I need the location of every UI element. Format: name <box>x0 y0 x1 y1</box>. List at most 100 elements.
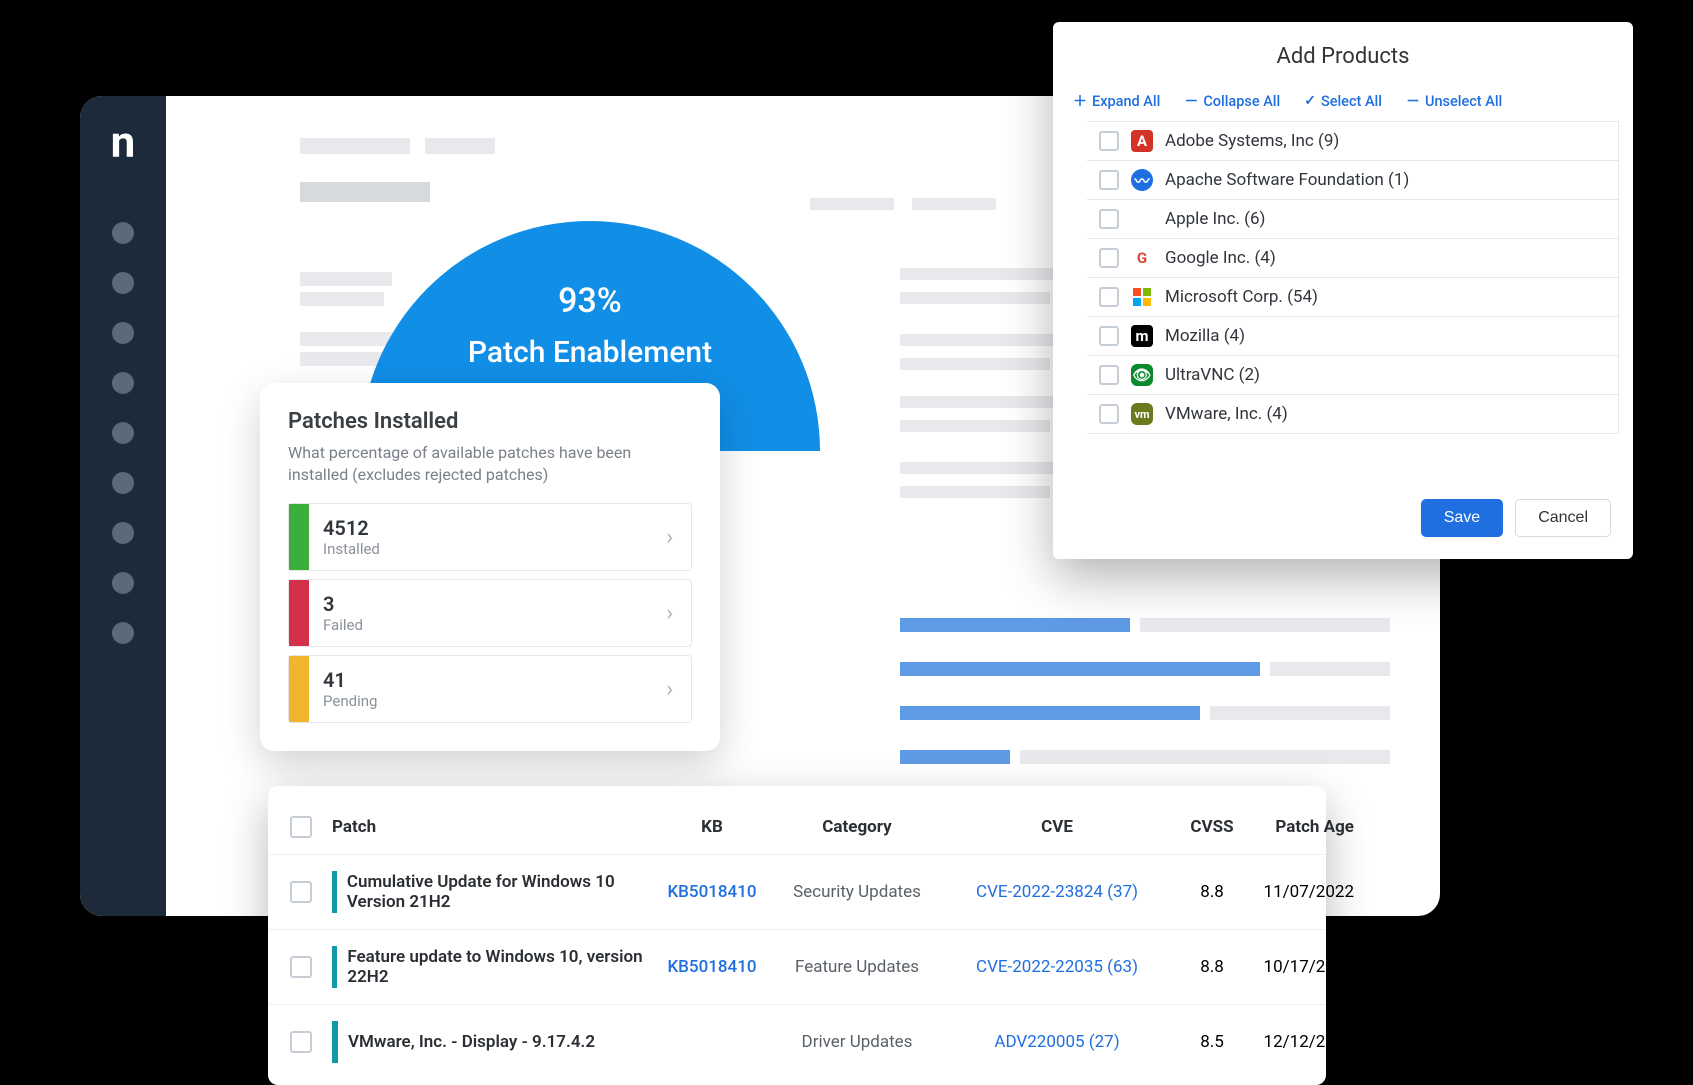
gauge-percent: 93% <box>360 281 820 321</box>
modal-title: Add Products <box>1053 22 1633 85</box>
cvss: 8.8 <box>1200 957 1224 977</box>
vendor-checkbox[interactable] <box>1099 131 1119 151</box>
vendor-name: Google Inc. (4) <box>1165 248 1276 268</box>
vendor-name: Apache Software Foundation (1) <box>1165 170 1409 190</box>
plus-icon: ＋ <box>1073 91 1087 111</box>
cve-link[interactable]: CVE-2022-23824 (37) <box>976 882 1138 902</box>
cvss: 8.5 <box>1200 1032 1224 1052</box>
patch-age: 11/07/2022 <box>1264 882 1372 902</box>
vmware-icon: vm <box>1131 403 1153 425</box>
nav-item[interactable] <box>112 572 134 594</box>
stat-row-pending[interactable]: 41 Pending › <box>288 655 692 723</box>
select-all-checkbox[interactable] <box>290 816 312 838</box>
expand-all-button[interactable]: ＋Expand All <box>1073 91 1160 111</box>
table-row[interactable]: Feature update to Windows 10, version 22… <box>268 929 1326 1004</box>
modal-toolbar: ＋Expand All －Collapse All ✓Select All －U… <box>1053 85 1633 121</box>
vendor-checkbox[interactable] <box>1099 209 1119 229</box>
patch-age: 10/17/2022 <box>1264 957 1372 977</box>
app-logo: n <box>111 116 136 168</box>
stat-value: 4512 <box>323 516 652 540</box>
nav-item[interactable] <box>112 422 134 444</box>
vendor-row[interactable]: G Google Inc. (4) <box>1087 239 1619 278</box>
card-title: Patches Installed <box>288 409 692 434</box>
patch-title: Cumulative Update for Windows 10 Version… <box>347 872 652 912</box>
table-header: Patch KB Category CVE CVSS Patch Age <box>268 800 1326 854</box>
cve-link[interactable]: CVE-2022-22035 (63) <box>976 957 1138 977</box>
stat-label: Failed <box>323 616 652 634</box>
stat-value: 3 <box>323 592 652 616</box>
unselect-all-button[interactable]: －Unselect All <box>1406 91 1502 111</box>
nav-item[interactable] <box>112 222 134 244</box>
nav-item[interactable] <box>112 472 134 494</box>
row-checkbox[interactable] <box>290 956 312 978</box>
vendor-name: Apple Inc. (6) <box>1165 209 1265 229</box>
vendor-checkbox[interactable] <box>1099 404 1119 424</box>
vendor-name: UltraVNC (2) <box>1165 365 1260 385</box>
row-checkbox[interactable] <box>290 1031 312 1053</box>
nav-item[interactable] <box>112 522 134 544</box>
vendor-row[interactable]: 👁 UltraVNC (2) <box>1087 356 1619 395</box>
vendor-row[interactable]: Apple Inc. (6) <box>1087 200 1619 239</box>
vendor-checkbox[interactable] <box>1099 170 1119 190</box>
vendor-row[interactable]: A Adobe Systems, Inc (9) <box>1087 121 1619 161</box>
stat-row-failed[interactable]: 3 Failed › <box>288 579 692 647</box>
col-cve: CVE <box>1041 817 1073 837</box>
vendor-checkbox[interactable] <box>1099 365 1119 385</box>
nav-item[interactable] <box>112 272 134 294</box>
vendor-row[interactable]: Microsoft Corp. (54) <box>1087 278 1619 317</box>
nav-item[interactable] <box>112 622 134 644</box>
google-icon: G <box>1131 247 1153 269</box>
sidebar: n <box>80 96 166 916</box>
col-category: Category <box>822 817 891 837</box>
vendor-name: VMware, Inc. (4) <box>1165 404 1288 424</box>
cve-link[interactable]: ADV220005 (27) <box>994 1032 1119 1052</box>
category: Security Updates <box>793 882 921 902</box>
patch-table: Patch KB Category CVE CVSS Patch Age Cum… <box>268 786 1326 1085</box>
col-patch: Patch <box>332 817 652 837</box>
patch-age: 12/12/2022 <box>1264 1032 1372 1052</box>
minus-icon: － <box>1406 91 1420 111</box>
vendor-row[interactable]: 〰 Apache Software Foundation (1) <box>1087 161 1619 200</box>
vendor-name: Microsoft Corp. (54) <box>1165 287 1318 307</box>
row-checkbox[interactable] <box>290 881 312 903</box>
gauge-label: Patch Enablement <box>360 335 820 370</box>
stat-row-installed[interactable]: 4512 Installed › <box>288 503 692 571</box>
microsoft-icon <box>1131 286 1153 308</box>
vendor-name: Adobe Systems, Inc (9) <box>1165 131 1339 151</box>
apple-icon <box>1131 208 1153 230</box>
chevron-right-icon: › <box>666 677 673 702</box>
vendor-checkbox[interactable] <box>1099 287 1119 307</box>
stat-label: Installed <box>323 540 652 558</box>
col-age: Patch Age <box>1275 817 1372 837</box>
minus-icon: － <box>1184 91 1198 111</box>
cvss: 8.8 <box>1200 882 1224 902</box>
cancel-button[interactable]: Cancel <box>1515 499 1611 537</box>
check-icon: ✓ <box>1304 93 1316 109</box>
kb-link[interactable]: KB5018410 <box>667 957 756 977</box>
patches-installed-card: Patches Installed What percentage of ava… <box>260 383 720 751</box>
category: Feature Updates <box>795 957 919 977</box>
vendor-tree[interactable]: A Adobe Systems, Inc (9) 〰 Apache Softwa… <box>1053 121 1633 481</box>
vendor-checkbox[interactable] <box>1099 248 1119 268</box>
adobe-icon: A <box>1131 130 1153 152</box>
col-cvss: CVSS <box>1190 817 1233 837</box>
collapse-all-button[interactable]: －Collapse All <box>1184 91 1280 111</box>
select-all-button[interactable]: ✓Select All <box>1304 93 1382 110</box>
card-desc: What percentage of available patches hav… <box>288 442 692 485</box>
patch-title: VMware, Inc. - Display - 9.17.4.2 <box>348 1032 595 1052</box>
chevron-right-icon: › <box>666 601 673 626</box>
table-row[interactable]: VMware, Inc. - Display - 9.17.4.2 Driver… <box>268 1004 1326 1079</box>
vendor-row[interactable]: vm VMware, Inc. (4) <box>1087 395 1619 434</box>
kb-link[interactable]: KB5018410 <box>667 882 756 902</box>
add-products-modal: Add Products ＋Expand All －Collapse All ✓… <box>1053 22 1633 559</box>
stat-value: 41 <box>323 668 652 692</box>
nav-item[interactable] <box>112 372 134 394</box>
patch-title: Feature update to Windows 10, version 22… <box>347 947 652 987</box>
vendor-row[interactable]: m Mozilla (4) <box>1087 317 1619 356</box>
save-button[interactable]: Save <box>1421 499 1503 537</box>
table-row[interactable]: Cumulative Update for Windows 10 Version… <box>268 854 1326 929</box>
vendor-checkbox[interactable] <box>1099 326 1119 346</box>
nav-item[interactable] <box>112 322 134 344</box>
category: Driver Updates <box>802 1032 913 1052</box>
vendor-name: Mozilla (4) <box>1165 326 1245 346</box>
